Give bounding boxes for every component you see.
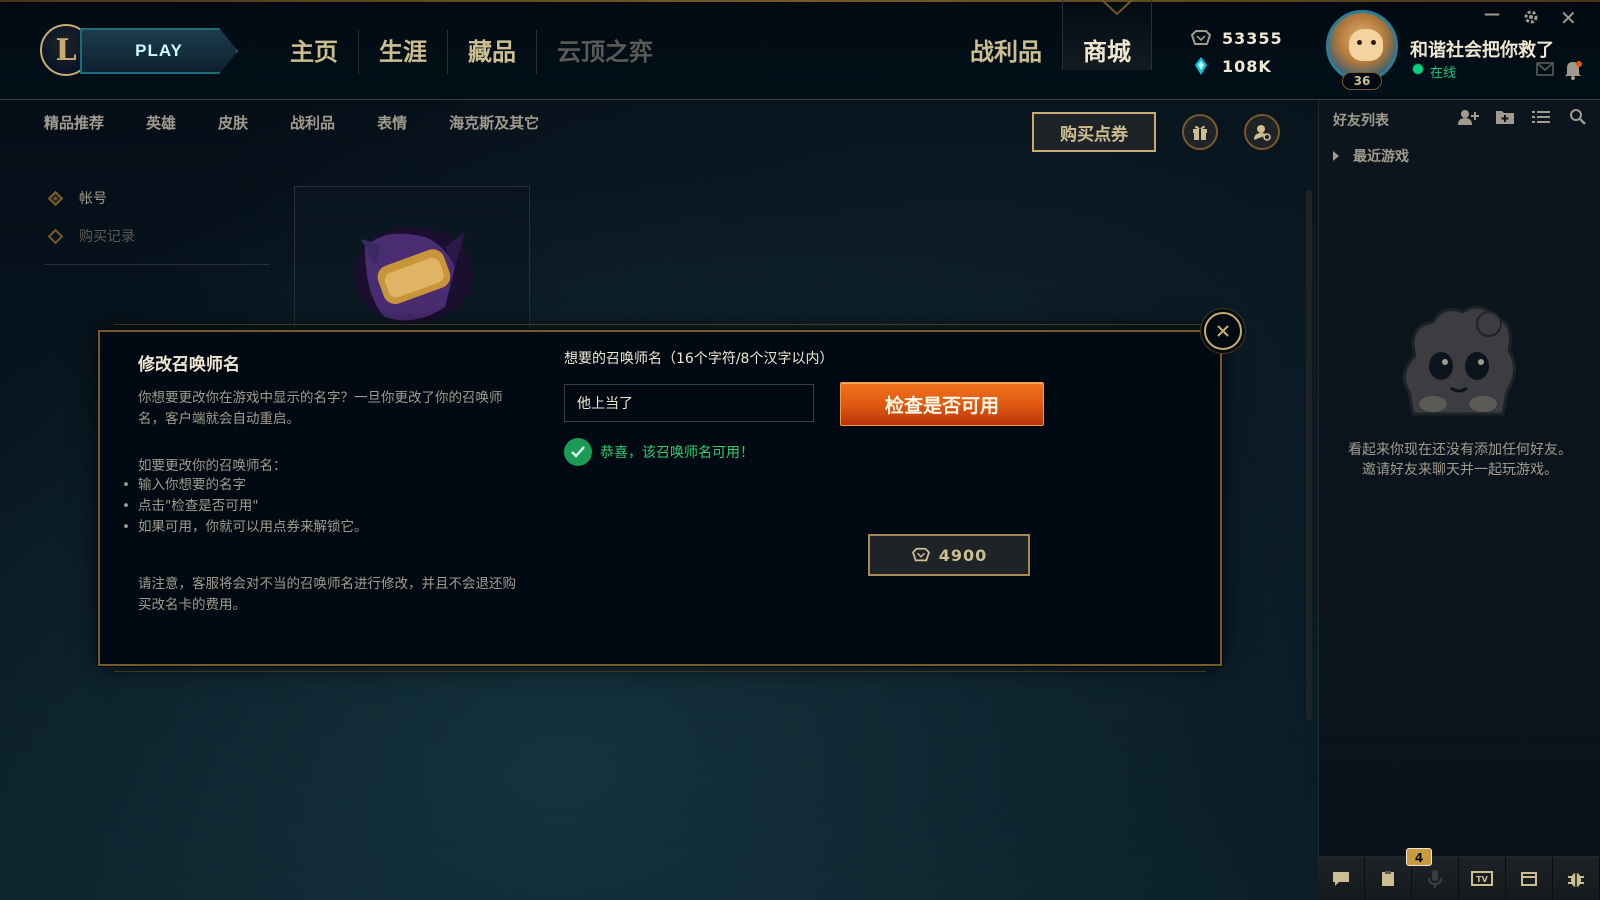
rp-icon xyxy=(911,547,930,562)
microphone-icon xyxy=(1428,870,1442,888)
modal-title: 修改召唤师名 xyxy=(138,355,240,375)
availability-text: 恭喜，该召唤师名可用！ xyxy=(600,445,754,461)
gear-icon[interactable] xyxy=(1522,8,1540,26)
nav-store[interactable]: 商城 xyxy=(1062,0,1152,70)
name-change-item-card xyxy=(294,186,530,331)
notice-text: 请注意，客服将会对不当的召唤师名进行修改，并且不会退还购买改名卡的费用。 xyxy=(138,576,516,613)
sidebar-item-label: 帐号 xyxy=(79,191,107,207)
rp-icon xyxy=(1190,30,1212,45)
add-friend-icon[interactable] xyxy=(1457,108,1479,126)
friends-title: 好友列表 xyxy=(1333,113,1389,129)
top-navigation-bar: L PLAY 主页 生涯 藏品 云顶之弈 战利品 商城 53355 108K 3… xyxy=(0,0,1600,100)
avatar-eye-left xyxy=(1357,40,1362,45)
window-button[interactable] xyxy=(1506,857,1553,900)
nav-profile[interactable]: 生涯 xyxy=(359,30,448,74)
account-icon xyxy=(1254,125,1271,141)
nav-home[interactable]: 主页 xyxy=(270,30,359,74)
tv-button[interactable]: TV xyxy=(1459,857,1506,900)
price-amount: 4900 xyxy=(938,545,988,565)
close-icon xyxy=(1217,325,1229,337)
subnav-featured[interactable]: 精品推荐 xyxy=(44,112,104,133)
sidebar-divider xyxy=(44,264,270,265)
online-status-icon xyxy=(1412,63,1424,75)
buy-rp-button[interactable]: 购买点券 xyxy=(1032,112,1156,152)
notification-count-badge: 4 xyxy=(1406,848,1432,866)
social-bottom-bar: TV xyxy=(1318,856,1600,900)
subnav-loot[interactable]: 战利品 xyxy=(290,112,335,133)
modal-description: 你想要更改你在游戏中显示的名字？一旦你更改了你的召唤师名，客户端就会自动重启。 xyxy=(138,390,503,427)
main-nav: 主页 生涯 藏品 云顶之弈 xyxy=(270,30,673,74)
recent-games-label: 最近游戏 xyxy=(1353,149,1409,165)
friends-panel: 好友列表 最近游戏 看起来你现在还没有添加任何好友。邀请好友来聊天并一起玩游戏。 xyxy=(1318,100,1600,900)
league-client: L PLAY 主页 生涯 藏品 云顶之弈 战利品 商城 53355 108K 3… xyxy=(0,0,1600,900)
mail-icon[interactable] xyxy=(1536,62,1554,76)
bug-report-button[interactable] xyxy=(1553,857,1600,900)
svg-text:TV: TV xyxy=(1476,875,1488,884)
caret-right-icon xyxy=(1333,151,1339,161)
list-item: 输入你想要的名字 xyxy=(122,475,368,496)
avatar-face xyxy=(1349,29,1383,61)
subnav-skins[interactable]: 皮肤 xyxy=(218,112,248,133)
profile-area: 36 和谐社会把你救了 在线 xyxy=(1320,0,1600,100)
play-button[interactable]: PLAY xyxy=(80,28,238,74)
content-scrollbar[interactable] xyxy=(1306,190,1312,720)
chat-button[interactable] xyxy=(1318,857,1365,900)
modal-close-button[interactable] xyxy=(1204,312,1242,350)
subnav-emotes[interactable]: 表情 xyxy=(377,112,407,133)
poro-icon xyxy=(1402,305,1516,416)
sidebar-item-purchase-history[interactable]: 购买记录 xyxy=(47,226,135,246)
empty-friends-text: 看起来你现在还没有添加任何好友。邀请好友来聊天并一起玩游戏。 xyxy=(1348,442,1572,478)
subnav-champions[interactable]: 英雄 xyxy=(146,112,176,133)
missions-button[interactable] xyxy=(1365,857,1412,900)
recent-games-group[interactable]: 最近游戏 xyxy=(1333,146,1409,166)
clipboard-icon xyxy=(1382,871,1394,886)
search-icon[interactable] xyxy=(1569,108,1587,126)
steps-heading: 如要更改你的召唤师名： xyxy=(138,458,287,474)
minimize-icon[interactable]: — xyxy=(1484,4,1500,23)
close-icon[interactable]: ✕ xyxy=(1560,6,1577,30)
steps-list: 输入你想要的名字 点击"检查是否可用" 如果可用，你就可以用点券来解锁它。 xyxy=(122,475,368,538)
bug-icon xyxy=(1568,873,1584,887)
list-item: 如果可用，你就可以用点券来解锁它。 xyxy=(122,517,368,538)
rp-amount: 53355 xyxy=(1222,28,1283,48)
currency-wallet: 53355 108K xyxy=(1190,24,1283,80)
list-view-icon[interactable] xyxy=(1531,108,1551,126)
gift-button[interactable] xyxy=(1182,114,1218,150)
check-availability-button[interactable]: 检查是否可用 xyxy=(840,382,1044,426)
sidebar-item-account[interactable]: 帐号 xyxy=(47,188,107,208)
rp-balance[interactable]: 53355 xyxy=(1190,24,1283,52)
level-badge: 36 xyxy=(1342,72,1382,90)
account-button[interactable] xyxy=(1244,114,1280,150)
window-icon xyxy=(1521,872,1537,886)
avatar-eye-right xyxy=(1371,40,1376,45)
summoner-name-input[interactable] xyxy=(564,384,814,422)
be-amount: 108K xyxy=(1222,56,1272,76)
change-summoner-name-modal: 修改召唤师名 你想要更改你在游戏中显示的名字？一旦你更改了你的召唤师名，客户端就… xyxy=(98,324,1222,672)
purchase-price-button[interactable]: 4900 xyxy=(868,534,1030,576)
blue-essence-icon xyxy=(1195,57,1207,75)
list-item: 点击"检查是否可用" xyxy=(122,496,368,517)
check-icon xyxy=(564,438,592,466)
tv-icon: TV xyxy=(1471,871,1493,886)
secondary-nav: 战利品 商城 xyxy=(950,0,1152,74)
chat-icon xyxy=(1333,872,1349,886)
store-subnav: 精品推荐 英雄 皮肤 战利品 表情 海克斯及其它 xyxy=(44,112,581,133)
be-balance[interactable]: 108K xyxy=(1190,52,1283,80)
nav-tft[interactable]: 云顶之弈 xyxy=(537,30,673,74)
scroll-icon xyxy=(353,227,473,323)
nav-collection[interactable]: 藏品 xyxy=(448,30,537,74)
add-folder-icon[interactable] xyxy=(1495,108,1515,126)
gift-icon xyxy=(1193,125,1207,140)
diamond-icon xyxy=(47,228,64,244)
nav-loot[interactable]: 战利品 xyxy=(950,30,1062,74)
availability-status: 恭喜，该召唤师名可用！ xyxy=(564,438,754,466)
subnav-hextech[interactable]: 海克斯及其它 xyxy=(449,112,539,133)
bell-icon[interactable] xyxy=(1564,60,1582,80)
summoner-name[interactable]: 和谐社会把你救了 xyxy=(1410,36,1554,62)
diamond-icon xyxy=(47,190,64,206)
name-field-label: 想要的召唤师名（16个字符/8个汉字以内） xyxy=(564,351,834,367)
sidebar-item-label: 购买记录 xyxy=(79,229,135,245)
status-text[interactable]: 在线 xyxy=(1430,62,1456,81)
